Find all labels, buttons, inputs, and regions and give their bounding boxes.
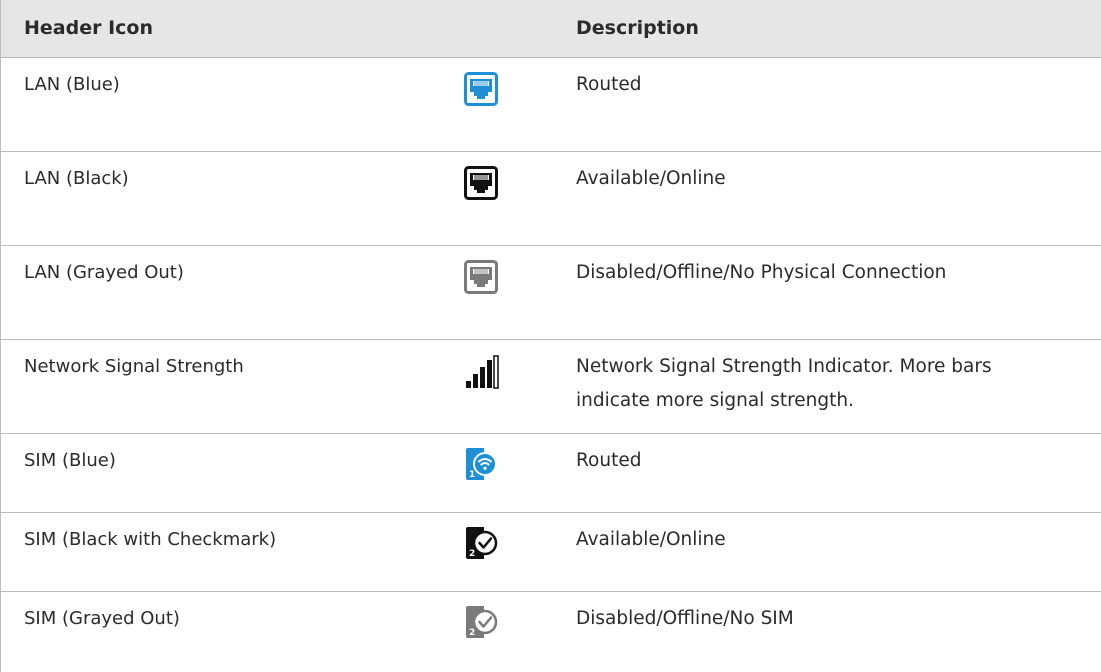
lan-black-icon bbox=[464, 166, 498, 204]
row-description: Network Signal Strength Indicator. More … bbox=[576, 350, 1076, 418]
icon-table: Header Icon Description LAN (Blue) Route… bbox=[0, 0, 1101, 672]
table-header: Header Icon Description bbox=[1, 0, 1101, 58]
row-name: LAN (Black) bbox=[24, 168, 129, 189]
description-line: Network Signal Strength Indicator. More … bbox=[576, 356, 992, 377]
header-icon-column: Header Icon bbox=[24, 17, 153, 39]
row-description: Available/Online bbox=[576, 529, 726, 550]
sim-number: 2 bbox=[469, 549, 475, 559]
row-name: LAN (Blue) bbox=[24, 74, 120, 95]
table-row: SIM (Black with Checkmark) 2 Available/O… bbox=[1, 513, 1101, 592]
sim-gray-check-icon: 2 bbox=[464, 604, 500, 644]
row-name: SIM (Grayed Out) bbox=[24, 608, 180, 629]
row-description: Available/Online bbox=[576, 168, 726, 189]
table-row: LAN (Grayed Out) Disabled/Offline/No Phy… bbox=[1, 246, 1101, 340]
table-row: LAN (Blue) Routed bbox=[1, 58, 1101, 152]
description-column: Description bbox=[576, 17, 699, 39]
sim-number: 1 bbox=[469, 470, 475, 480]
row-description: Disabled/Offline/No Physical Connection bbox=[576, 262, 947, 283]
row-description: Routed bbox=[576, 450, 642, 471]
table-row: LAN (Black) Available/Online bbox=[1, 152, 1101, 246]
table-row: Network Signal Strength Network Signal S… bbox=[1, 340, 1101, 434]
row-description: Disabled/Offline/No SIM bbox=[576, 608, 794, 629]
table-row: SIM (Grayed Out) 2 Disabled/Offline/No S… bbox=[1, 592, 1101, 672]
sim-black-check-icon: 2 bbox=[464, 525, 500, 565]
description-line: indicate more signal strength. bbox=[576, 390, 854, 411]
table-row: SIM (Blue) 1 Routed bbox=[1, 434, 1101, 513]
row-name: LAN (Grayed Out) bbox=[24, 262, 184, 283]
row-name: SIM (Black with Checkmark) bbox=[24, 529, 277, 550]
sim-number: 2 bbox=[469, 628, 475, 638]
row-name: SIM (Blue) bbox=[24, 450, 116, 471]
lan-gray-icon bbox=[464, 260, 498, 298]
row-description: Routed bbox=[576, 74, 642, 95]
sim-blue-icon: 1 bbox=[464, 446, 500, 486]
lan-blue-icon bbox=[464, 72, 498, 110]
signal-bars-icon bbox=[464, 355, 500, 395]
row-name: Network Signal Strength bbox=[24, 356, 244, 377]
